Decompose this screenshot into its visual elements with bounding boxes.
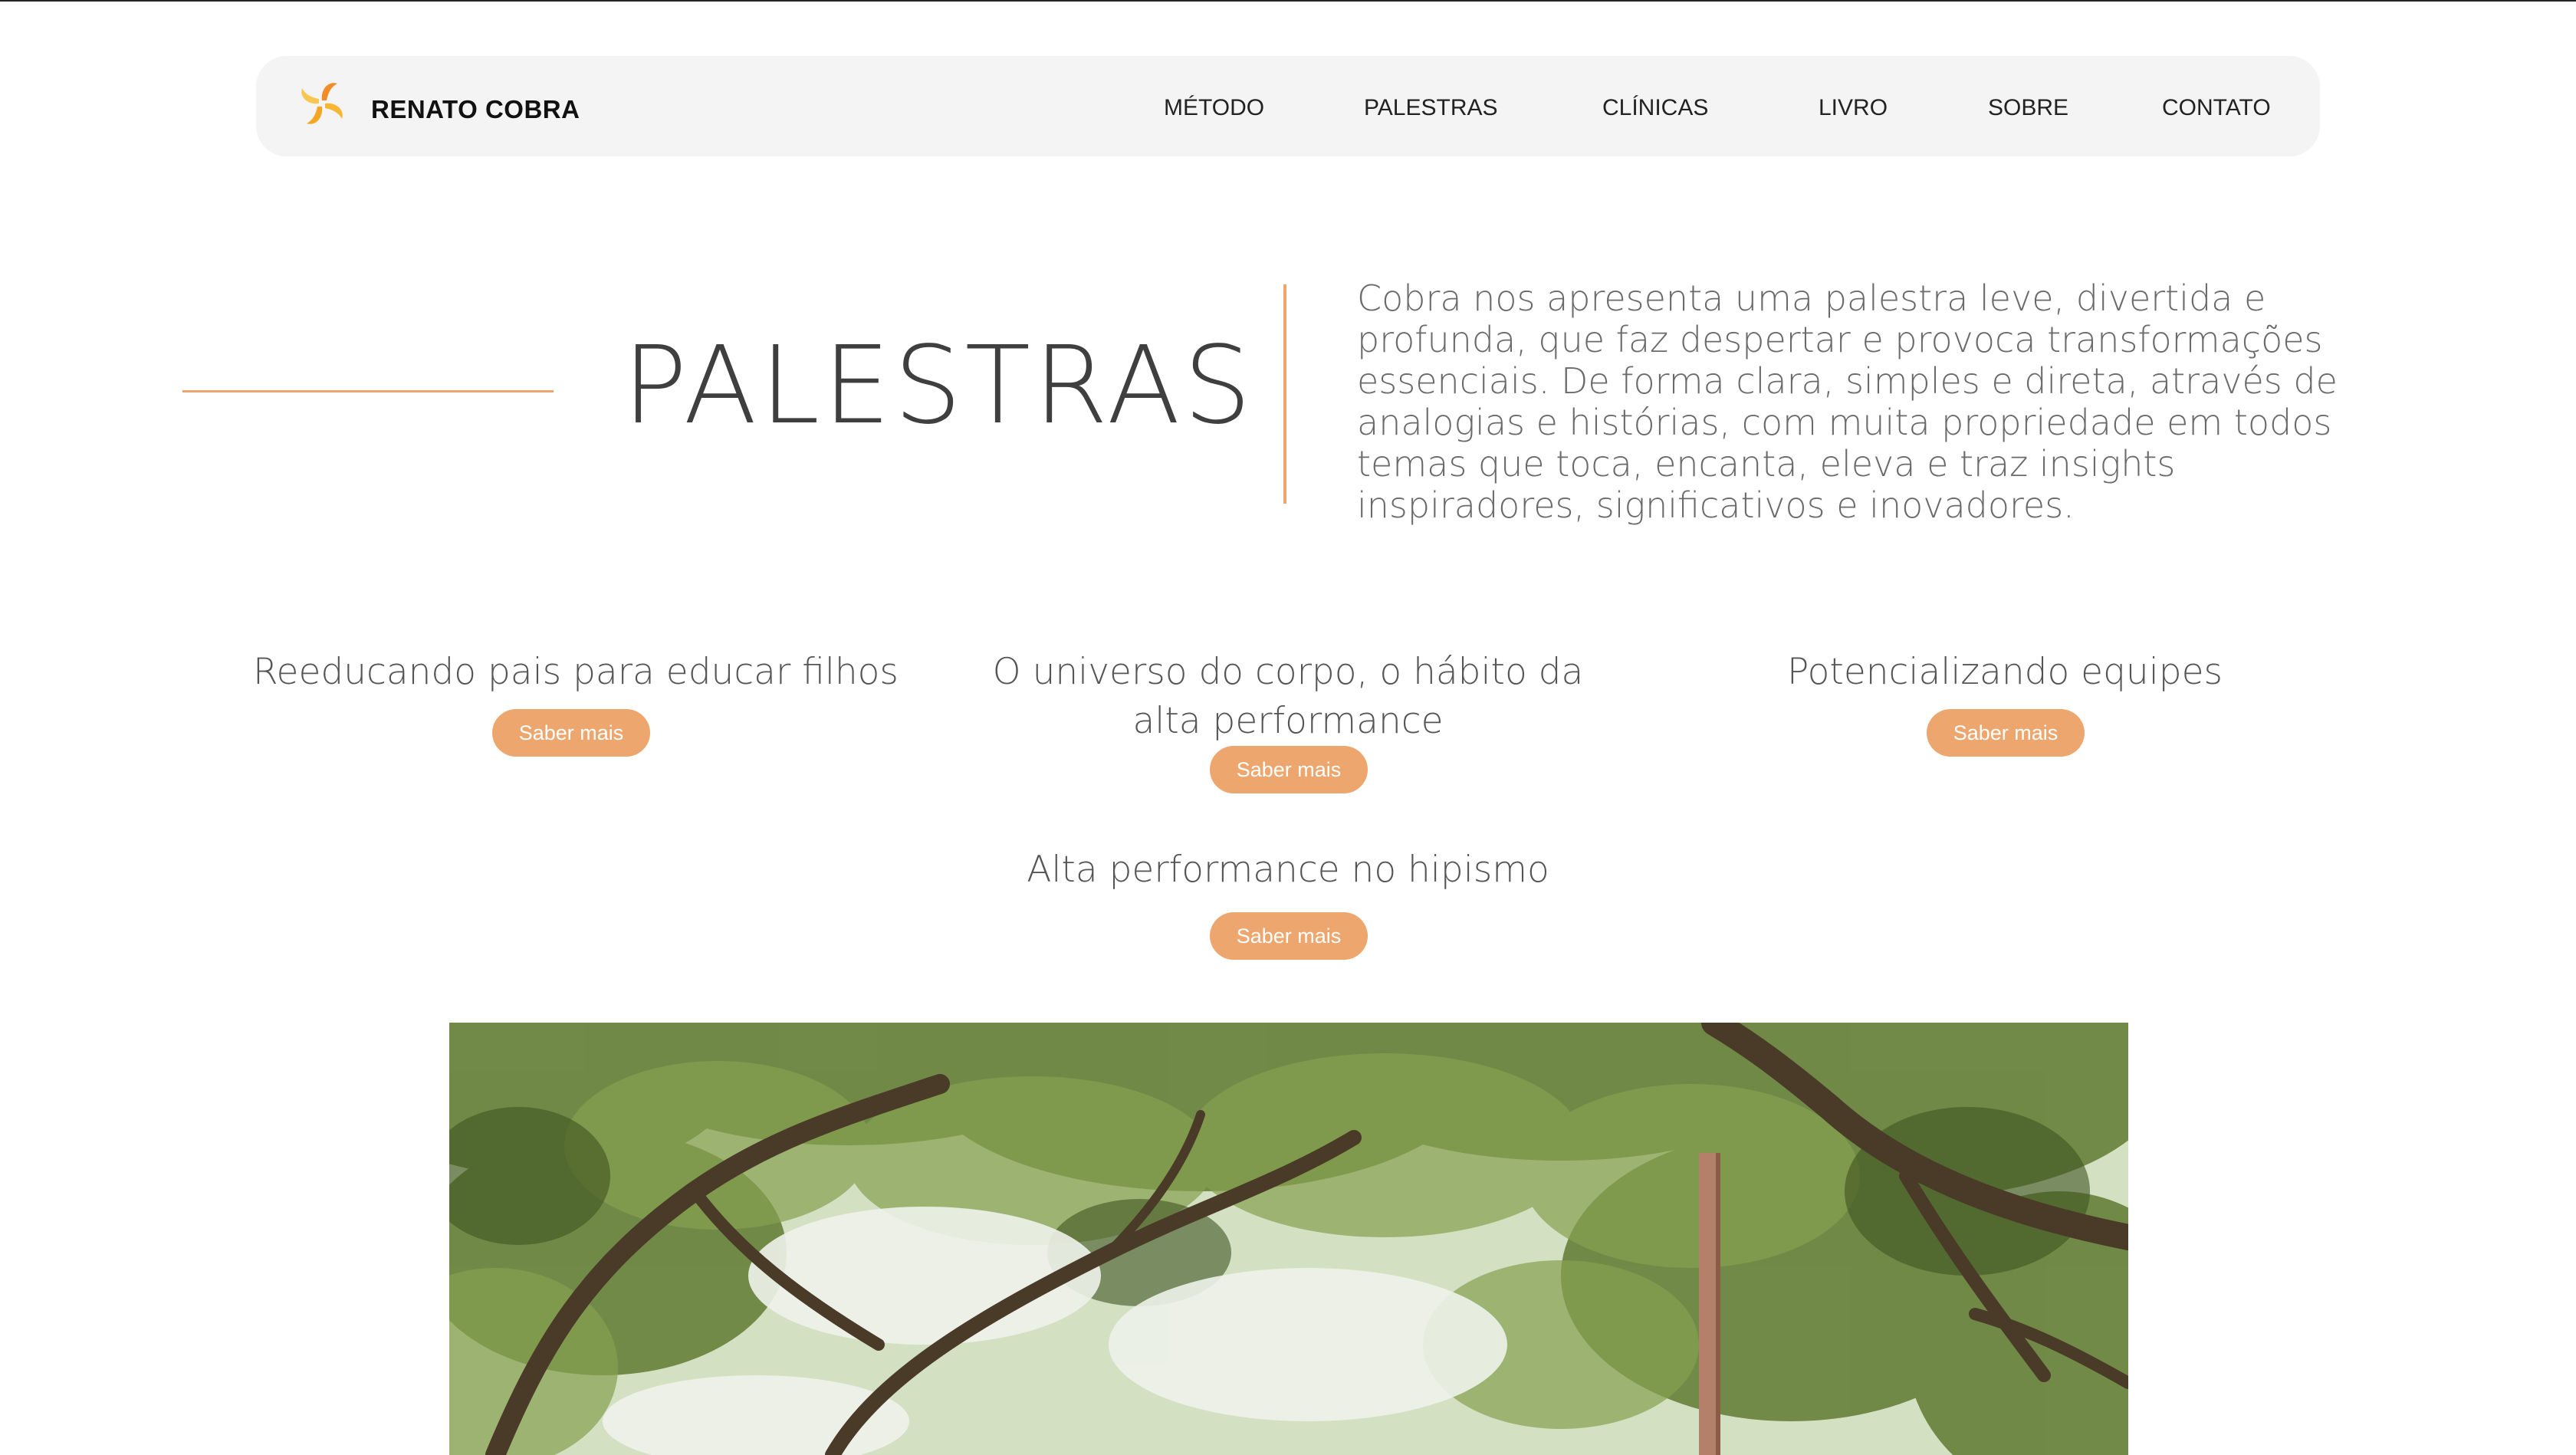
nav-item-livro[interactable]: LIVRO (1819, 93, 1888, 123)
nav-item-metodo[interactable]: MÉTODO (1164, 93, 1264, 123)
decorative-divider-vertical (1283, 284, 1286, 504)
talk-title-line: O universo do corpo, o hábito da (992, 651, 1584, 693)
decorative-divider-horizontal (182, 390, 554, 392)
nav-item-sobre[interactable]: SOBRE (1988, 93, 2068, 123)
saber-mais-button-hipismo[interactable]: Saber mais (1210, 912, 1368, 960)
tree-canopy-photo (449, 1023, 2128, 1455)
talk-title-line: alta performance (1132, 700, 1444, 742)
intro-description: Cobra nos apresenta uma palestra leve, d… (1357, 278, 2338, 526)
page-title: PALESTRAS (623, 324, 1255, 448)
saber-mais-button-reeducando[interactable]: Saber mais (492, 709, 650, 757)
talk-title-potencializando: Potencializando equipes (1787, 651, 2223, 693)
nav-item-palestras[interactable]: PALESTRAS (1364, 93, 1498, 123)
talk-title-hipismo: Alta performance no hipismo (1027, 849, 1549, 891)
navbar: RENATO COBRA MÉTODO PALESTRAS CLÍNICAS L… (256, 56, 2320, 156)
nav-item-contato[interactable]: CONTATO (2162, 93, 2271, 123)
brand-name[interactable]: RENATO COBRA (371, 94, 580, 125)
saber-mais-button-potencializando[interactable]: Saber mais (1927, 709, 2085, 757)
talk-title-reeducando: Reeducando pais para educar filhos (253, 651, 899, 693)
saber-mais-button-universo-corpo[interactable]: Saber mais (1210, 746, 1368, 793)
nav-item-clinicas[interactable]: CLÍNICAS (1602, 93, 1708, 123)
window-top-border (0, 0, 2576, 2)
talk-title-universo-corpo: O universo do corpo, o hábito da alta pe… (951, 648, 1625, 746)
pinwheel-logo-icon[interactable] (291, 73, 353, 134)
